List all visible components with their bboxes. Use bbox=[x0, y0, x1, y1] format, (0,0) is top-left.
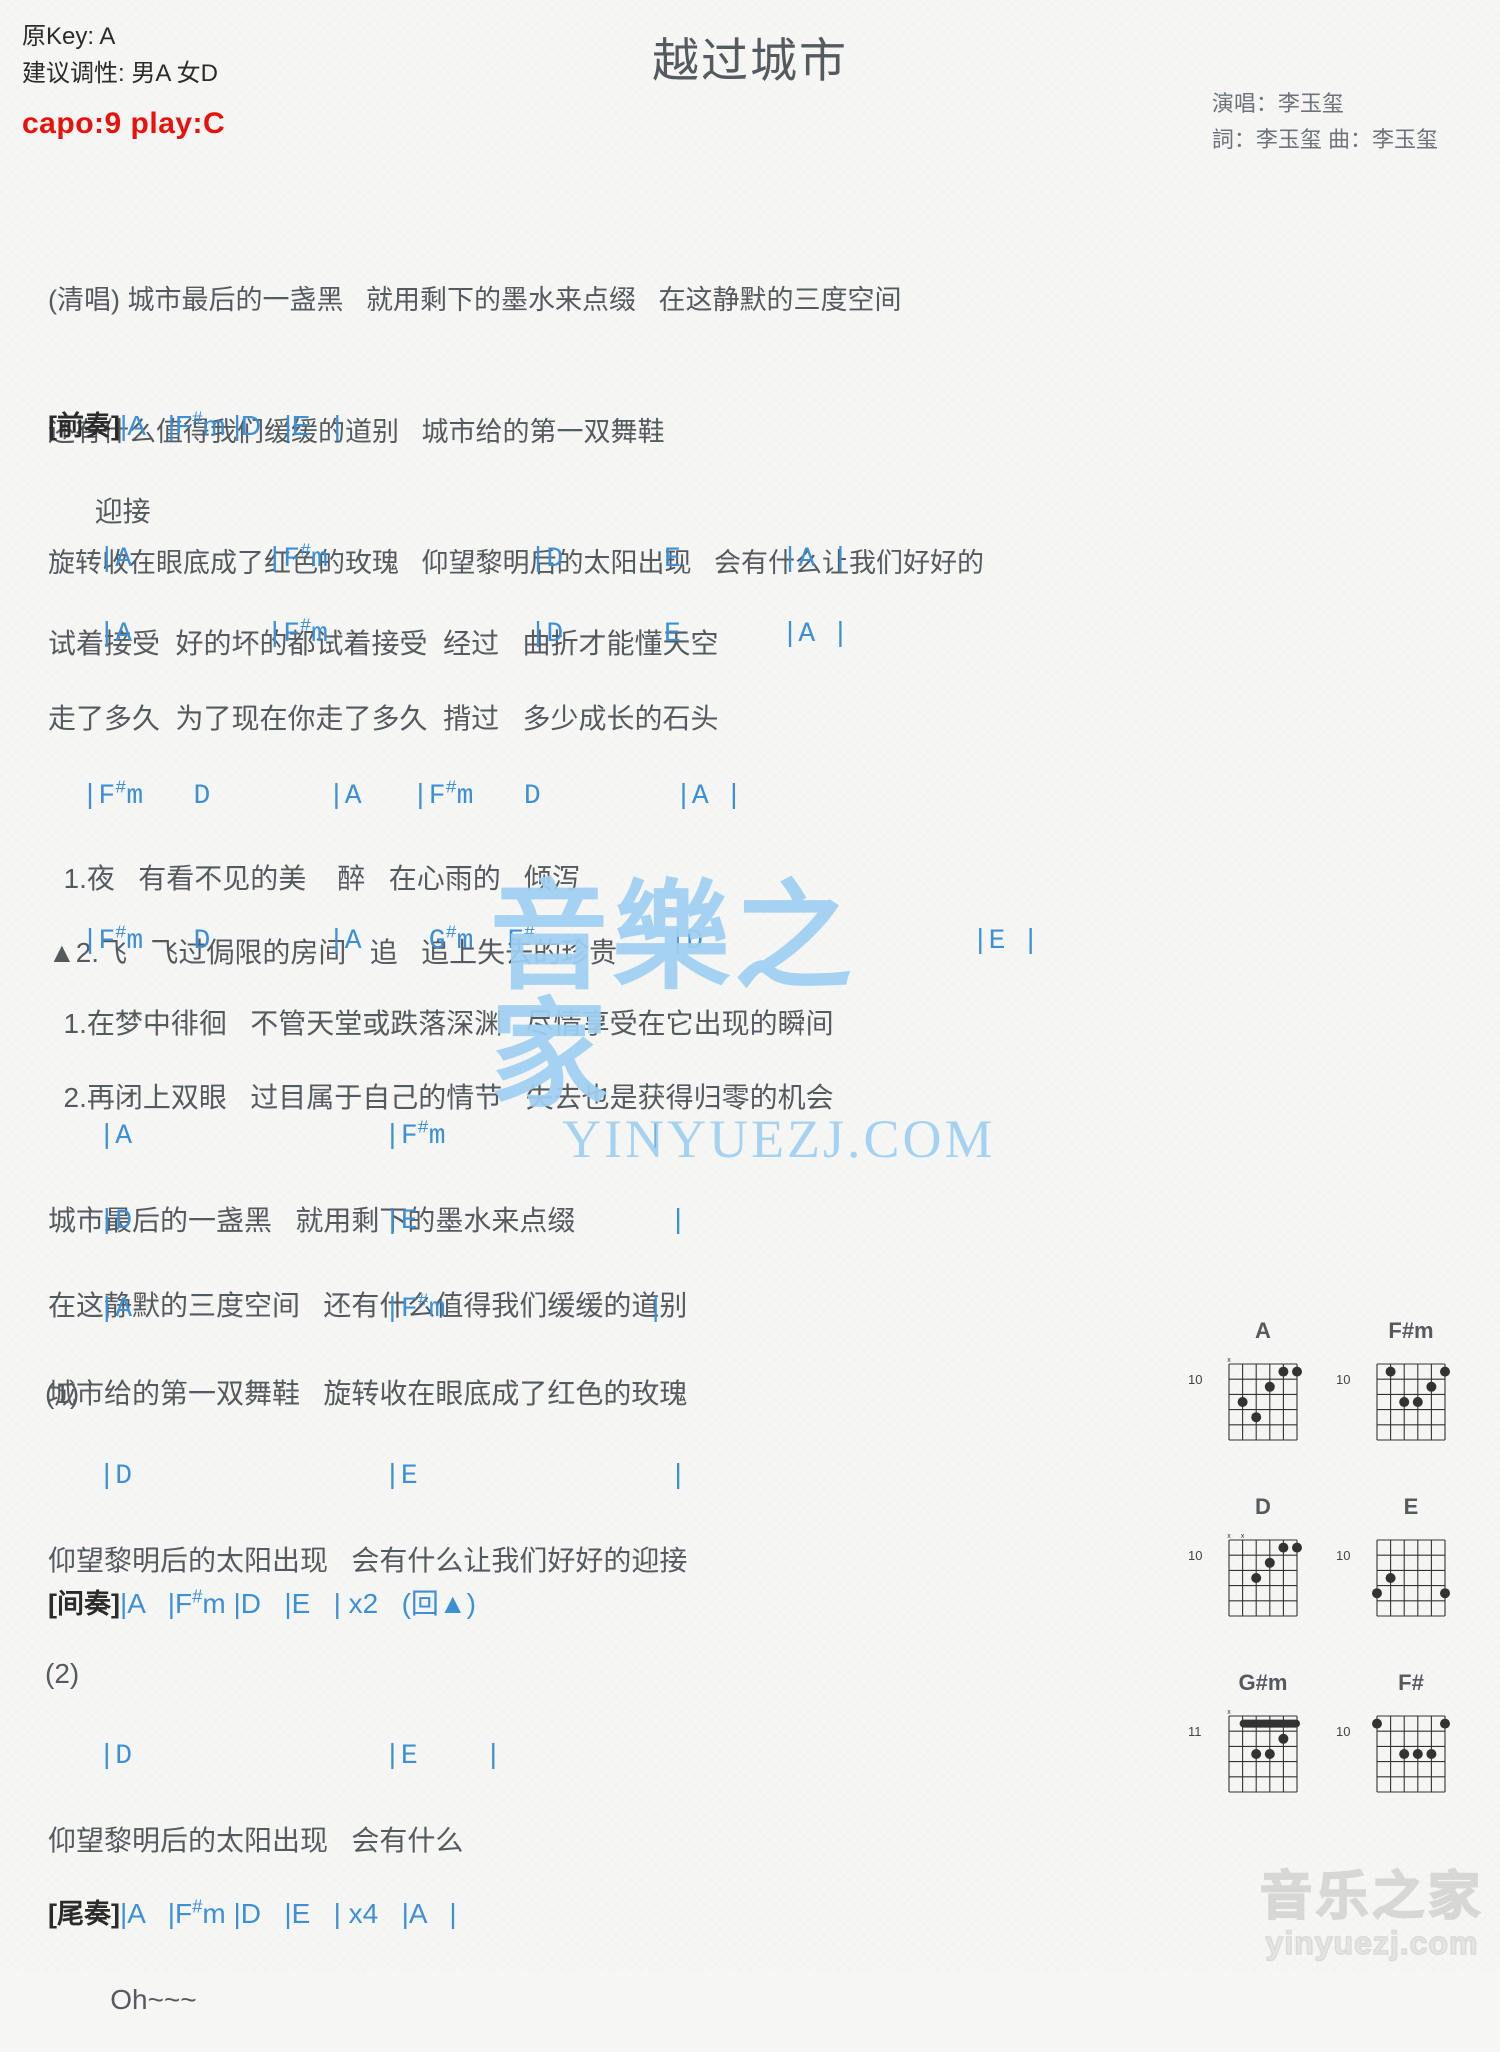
chord-text: |A |F#m |D |E | x2 (回▲) bbox=[119, 1585, 476, 1619]
chord-line: |D |E | bbox=[48, 1206, 687, 1237]
credit-singer: 演唱：李玉玺 bbox=[1211, 91, 1344, 116]
chord-diagram-name: E bbox=[1403, 1494, 1419, 1519]
chord-line: [间奏]|A |F#m |D |E | x2 (回▲) bbox=[48, 1585, 476, 1620]
chord-diagram-grid: 10 bbox=[1336, 1352, 1466, 1462]
ending2-marker: (2) bbox=[45, 1658, 80, 1689]
chord-line: |A |F#m | bbox=[48, 1290, 665, 1325]
section-tag: [前奏] bbox=[48, 411, 120, 441]
intro-lyric-line: (清唱) 城市最后的一盏黑 就用剩下的墨水来点缀 在这静默的三度空间 bbox=[48, 285, 902, 316]
svg-text:x: x bbox=[1227, 1533, 1231, 1540]
chord-line: |F#m D |A G#m F# - |D |E | bbox=[48, 922, 1040, 957]
logo-cn: 音乐之家 bbox=[1259, 1868, 1484, 1927]
chord-diagram-d: D 10 x x bbox=[1188, 1494, 1318, 1638]
credits: 演唱：李玉玺 詞：李玉玺 曲：李玉玺 bbox=[1212, 86, 1438, 159]
chord-text: |A |F#m |D |E | x4 |A | bbox=[119, 1895, 457, 1929]
chord-line: |A |F#m |D E |A | bbox=[48, 615, 849, 650]
chord-diagram-name: D bbox=[1255, 1494, 1271, 1519]
chord-diagram-row: G#m 11 x F# 10 bbox=[1188, 1670, 1488, 1814]
chord-diagram-e: E 10 bbox=[1336, 1494, 1466, 1638]
section-tag: [间奏] bbox=[48, 1589, 120, 1619]
section-interlude: [间奏]|A |F#m |D |E | x2 (回▲) bbox=[48, 1552, 476, 1656]
chord-diagram-name: A bbox=[1255, 1318, 1271, 1343]
lyric-line: 走了多久 为了现在你走了多久 揹过 多少成长的石头 bbox=[48, 703, 719, 735]
chord-start-fret: 10 bbox=[1336, 1724, 1351, 1739]
chord-line: |D |E | bbox=[48, 1741, 502, 1772]
chord-diagram-a: A 10 x bbox=[1188, 1318, 1318, 1462]
chord-start-fret: 11 bbox=[1188, 1724, 1202, 1739]
chord-line: |A |F#m |D E |A | bbox=[48, 540, 849, 575]
logo-en: yinyuezj.com bbox=[1265, 1924, 1479, 1962]
chord-diagram-row: D 10 x x E 10 bbox=[1188, 1494, 1488, 1638]
chord-diagram-fsharpm: F#m 10 bbox=[1336, 1318, 1466, 1462]
credit-writer: 詞：李玉玺 曲：李玉玺 bbox=[1211, 127, 1438, 153]
chord-start-fret: 10 bbox=[1188, 1548, 1203, 1563]
svg-text:x: x bbox=[1241, 1533, 1245, 1540]
chord-diagram-row: A 10 x F#m 10 bbox=[1188, 1318, 1488, 1462]
lyric-line-1: 1.在梦中徘徊 不管天堂或跌落深渊 尽情享受在它出现的瞬间 bbox=[48, 1008, 834, 1040]
chord-text: |A |F#m |D |E | bbox=[119, 407, 341, 441]
section-tag: [尾奏] bbox=[48, 1899, 120, 1929]
chord-line: [尾奏]|A |F#m |D |E | x4 |A | bbox=[48, 1895, 457, 1930]
chord-diagram-name: F#m bbox=[1388, 1318, 1434, 1343]
chord-diagram-panel: A 10 x F#m 10 D 10 x x E 10 G#m 11 x F# 10 bbox=[1188, 1318, 1488, 1846]
chord-sheet: 原Key: A 建议调性: 男A 女D capo:9 play:C 越过城市 演… bbox=[0, 0, 1500, 2015]
svg-text:x: x bbox=[1227, 1357, 1231, 1364]
svg-text:x: x bbox=[1227, 1709, 1231, 1716]
page-title: 越过城市 bbox=[652, 34, 848, 87]
chord-diagram-grid: 10 x bbox=[1188, 1352, 1318, 1462]
ending1-marker: (1) bbox=[45, 1378, 80, 1409]
chord-diagram-name: G#m bbox=[1238, 1670, 1288, 1695]
chord-start-fret: 10 bbox=[1336, 1548, 1351, 1563]
chord-diagram-name: F# bbox=[1398, 1670, 1424, 1695]
chord-diagram-grid: 10 x x bbox=[1188, 1528, 1318, 1638]
section-verse1-line2: |A |F#m |D E |A | 走了多久 为了现在你走了多久 揹过 多少成长… bbox=[48, 583, 849, 771]
chord-diagram-grid: 10 bbox=[1336, 1704, 1466, 1814]
chord-line: |A |F#m | bbox=[48, 1117, 665, 1152]
chord-diagram-fsharp: F# 10 bbox=[1336, 1670, 1466, 1814]
chord-start-fret: 10 bbox=[1188, 1372, 1203, 1387]
lyric-line: 城市给的第一双舞鞋 旋转收在眼底成了红色的玫瑰 bbox=[48, 1378, 688, 1410]
capo-info: capo:9 play:C bbox=[22, 107, 226, 141]
chord-diagram-grid: 11 x bbox=[1188, 1704, 1318, 1814]
section-bridge-line3: |A |F#m | 城市给的第一双舞鞋 旋转收在眼底成了红色的玫瑰 bbox=[48, 1258, 687, 1446]
chord-line: |D |E | bbox=[48, 1461, 687, 1492]
lyric-line: 仰望黎明后的太阳出现 会有什么 bbox=[48, 1825, 464, 1857]
chord-diagram-grid: 10 bbox=[1336, 1528, 1466, 1638]
chord-diagram-gsharpm: G#m 11 x bbox=[1188, 1670, 1318, 1814]
chord-start-fret: 10 bbox=[1336, 1372, 1351, 1387]
lyric-line: Oh~~~ bbox=[48, 1984, 197, 2016]
chord-line: |F#m D |A |F#m D |A | bbox=[48, 777, 743, 812]
site-logo: 音乐之家 yinyuezj.com bbox=[1259, 1868, 1484, 1962]
section-outro: [尾奏]|A |F#m |D |E | x4 |A | Oh~~~ bbox=[48, 1862, 457, 2052]
chord-line: [前奏]|A |F#m |D |E | bbox=[48, 407, 341, 442]
